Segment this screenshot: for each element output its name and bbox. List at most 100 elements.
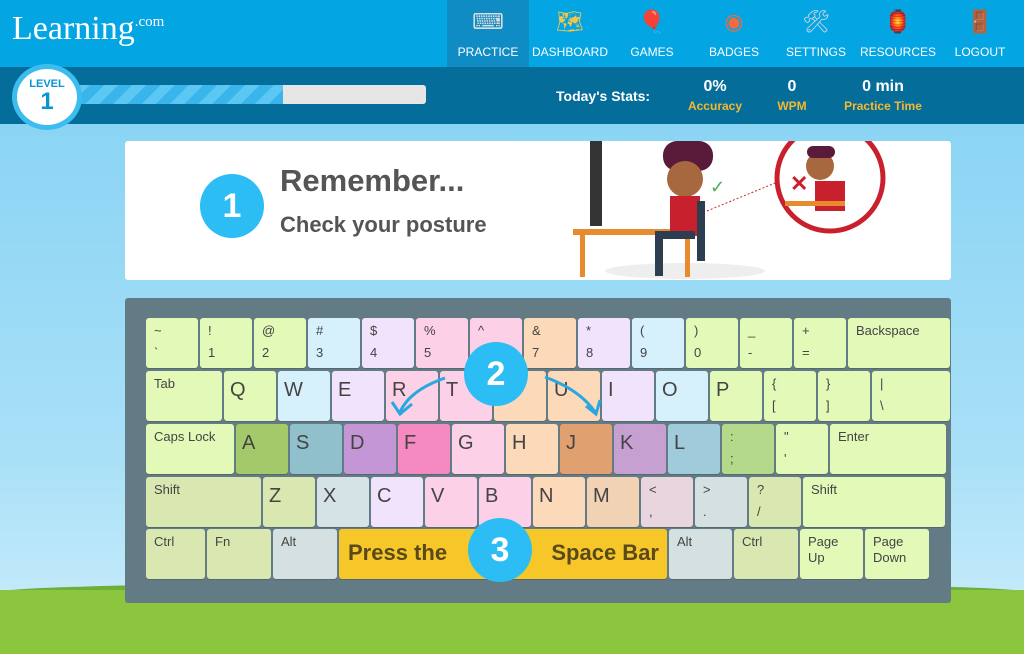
key-label: + xyxy=(802,323,810,338)
key-@2[interactable]: @2 xyxy=(254,318,306,368)
key-w[interactable]: W xyxy=(278,371,330,421)
key-alt[interactable]: Alt xyxy=(273,529,337,579)
key-(9[interactable]: (9 xyxy=(632,318,684,368)
key-d[interactable]: D xyxy=(344,424,396,474)
key-label: Z xyxy=(269,485,282,507)
key-tab[interactable]: Tab xyxy=(146,371,222,421)
key-"'[interactable]: " ' xyxy=(776,424,828,474)
level-value: 1 xyxy=(40,88,54,115)
key-label-secondary: 3 xyxy=(316,345,324,360)
key-#3[interactable]: #3 xyxy=(308,318,360,368)
nav-games[interactable]: 🎈 GAMES xyxy=(611,0,693,67)
key-|\[interactable]: | \ xyxy=(872,371,950,421)
key-u[interactable]: U xyxy=(548,371,600,421)
nav-resources[interactable]: 🏮 RESOURCES xyxy=(857,0,939,67)
key-label-secondary: [ xyxy=(772,398,776,413)
key-q[interactable]: Q xyxy=(224,371,276,421)
key-label: " xyxy=(784,429,789,444)
key-label: Shift xyxy=(811,482,838,497)
key-label: Caps Lock xyxy=(154,429,216,444)
key-fn[interactable]: Fn xyxy=(207,529,271,579)
key-%5[interactable]: % 5 xyxy=(416,318,468,368)
practice-time-value: 0 min xyxy=(862,78,904,95)
key-label-secondary: \ xyxy=(880,398,884,413)
key-f[interactable]: F xyxy=(398,424,450,474)
key-*8[interactable]: * 8 xyxy=(578,318,630,368)
key-e[interactable]: E xyxy=(332,371,384,421)
key-label: Tab xyxy=(154,376,175,391)
key-label: S xyxy=(296,432,310,454)
key-label: & xyxy=(532,323,541,338)
key-~`[interactable]: ~ ` xyxy=(146,318,198,368)
key-}][interactable]: }] xyxy=(818,371,870,421)
key-label: ? xyxy=(757,482,765,497)
learning-logo[interactable]: Learning.com xyxy=(12,10,164,48)
key-label: } xyxy=(826,376,831,391)
key-label-secondary: , xyxy=(649,504,653,519)
key-_-[interactable]: _ - xyxy=(740,318,792,368)
key-c[interactable]: C xyxy=(371,477,423,527)
key-<,[interactable]: <, xyxy=(641,477,693,527)
key-h[interactable]: H xyxy=(506,424,558,474)
key-ctrl[interactable]: Ctrl xyxy=(734,529,798,579)
key-g[interactable]: G xyxy=(452,424,504,474)
key-z[interactable]: Z xyxy=(263,477,315,527)
tools-icon: 🛠 xyxy=(802,9,830,34)
key-caps-lock[interactable]: Caps Lock xyxy=(146,424,234,474)
key-a[interactable]: A xyxy=(236,424,288,474)
key-pagedown[interactable]: Page Down xyxy=(865,529,929,579)
key-?/[interactable]: ? / xyxy=(749,477,801,527)
key-m[interactable]: M xyxy=(587,477,639,527)
badge-icon: ◉ xyxy=(724,9,744,34)
key-label: D xyxy=(350,432,365,454)
key-j[interactable]: J xyxy=(560,424,612,474)
key-k[interactable]: K xyxy=(614,424,666,474)
nav-settings[interactable]: 🛠 SETTINGS xyxy=(775,0,857,67)
key-label: Enter xyxy=(838,429,870,444)
wpm-value: 0 xyxy=(787,78,797,95)
key-label-secondary: 8 xyxy=(586,345,594,360)
step-2-badge: 2 xyxy=(464,342,528,406)
level-badge: LEVEL 1 xyxy=(12,64,82,130)
key-$4[interactable]: $4 xyxy=(362,318,414,368)
key-alt[interactable]: Alt xyxy=(669,529,732,579)
key-shift[interactable]: Shift xyxy=(146,477,261,527)
key-shift[interactable]: Shift xyxy=(803,477,945,527)
nav-logout[interactable]: 🚪 LOGOUT xyxy=(939,0,1021,67)
key-o[interactable]: O xyxy=(656,371,708,421)
key->.[interactable]: >. xyxy=(695,477,747,527)
key-r[interactable]: R xyxy=(386,371,438,421)
top-nav-bar: Learning.com ⌨ PRACTICE 🗺 DASHBOARD 🎈 GAMES ◉ B… xyxy=(0,0,1024,67)
practice-time-label: Practice Time xyxy=(844,99,922,113)
key-v[interactable]: V xyxy=(425,477,477,527)
keyboard: ~`!1@2#3$4%5^6&7*8(9)0_-+=BackspaceTabQW… xyxy=(125,298,951,603)
key-pageup[interactable]: Page Up xyxy=(800,529,863,579)
key-)0[interactable]: ) 0 xyxy=(686,318,738,368)
key-n[interactable]: N xyxy=(533,477,585,527)
key-label-secondary: 9 xyxy=(640,345,648,360)
key-label: O xyxy=(662,379,678,401)
key-i[interactable]: I xyxy=(602,371,654,421)
key-label: | xyxy=(880,376,884,391)
key-label: V xyxy=(431,485,445,507)
key-p[interactable]: P xyxy=(710,371,762,421)
nav-badges[interactable]: ◉ BADGES xyxy=(693,0,775,67)
key-label: M xyxy=(593,485,610,507)
key-ctrl[interactable]: Ctrl xyxy=(146,529,205,579)
nav-label: LOGOUT xyxy=(954,45,1006,59)
key-{[[interactable]: {[ xyxy=(764,371,816,421)
key-l[interactable]: L xyxy=(668,424,720,474)
logo-text: Learning xyxy=(12,10,135,47)
nav-practice[interactable]: ⌨ PRACTICE xyxy=(447,0,529,67)
key-&7[interactable]: & 7 xyxy=(524,318,576,368)
key-label: Ctrl xyxy=(154,534,175,549)
key-enter[interactable]: Enter xyxy=(830,424,946,474)
key-label-secondary: 2 xyxy=(262,345,270,360)
key-backspace[interactable]: Backspace xyxy=(848,318,950,368)
key-x[interactable]: X xyxy=(317,477,369,527)
key-:;[interactable]: :; xyxy=(722,424,774,474)
key-!1[interactable]: ! 1 xyxy=(200,318,252,368)
nav-dashboard[interactable]: 🗺 DASHBOARD xyxy=(529,0,611,67)
key-s[interactable]: S xyxy=(290,424,342,474)
key-+=[interactable]: + = xyxy=(794,318,846,368)
